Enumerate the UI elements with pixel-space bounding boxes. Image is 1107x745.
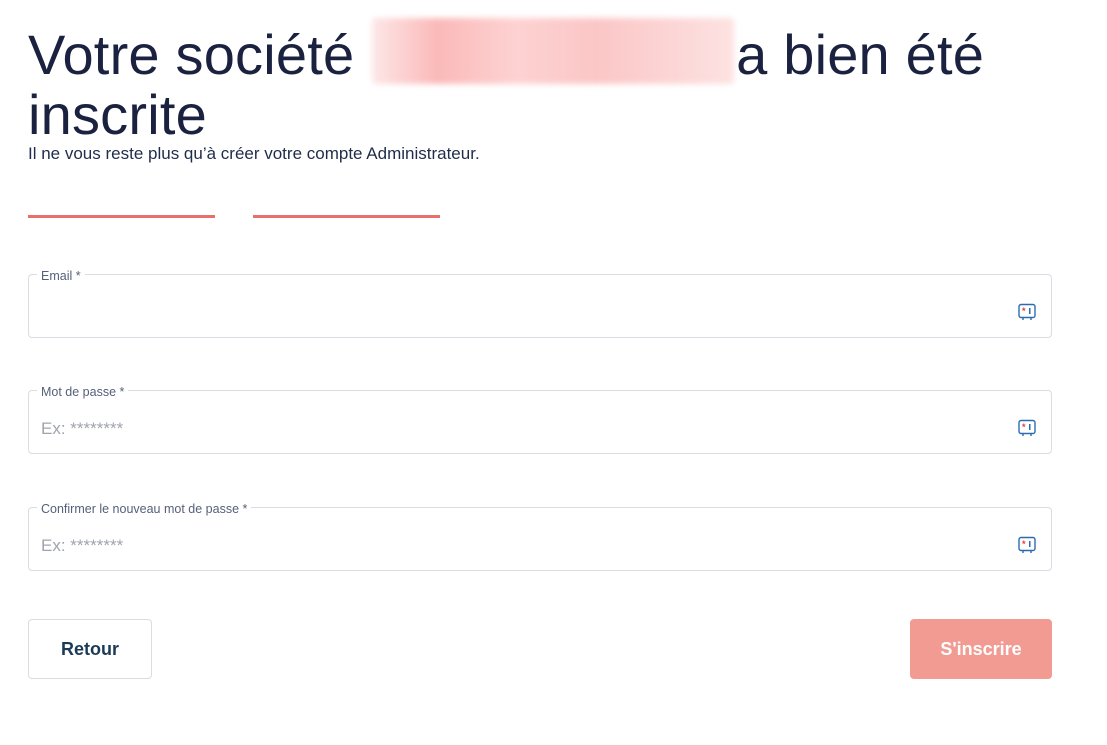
back-button[interactable]: Retour (28, 619, 152, 679)
register-button[interactable]: S'inscrire (910, 619, 1052, 679)
password-manager-key-icon[interactable]: * (1018, 536, 1036, 554)
confirm-password-label: Confirmer le nouveau mot de passe * (37, 502, 252, 516)
password-field: Mot de passe * * (28, 385, 1052, 454)
password-manager-key-icon[interactable]: * (1018, 419, 1036, 437)
redacted-company-name (372, 18, 735, 84)
password-label: Mot de passe * (37, 385, 129, 399)
page-title: Votre société a bien été inscrite (28, 18, 1028, 145)
email-input[interactable] (41, 301, 1001, 325)
password-input[interactable] (41, 417, 1001, 441)
title-prefix: Votre société (28, 23, 355, 86)
confirm-password-input[interactable] (41, 534, 1001, 558)
progress-step-1 (28, 215, 215, 218)
svg-text:*: * (1022, 306, 1026, 316)
email-field: Email * * (28, 269, 1052, 338)
confirm-password-field: Confirmer le nouveau mot de passe * * (28, 502, 1052, 571)
svg-text:*: * (1022, 422, 1026, 432)
password-manager-key-icon[interactable]: * (1018, 303, 1036, 321)
page-subtitle: Il ne vous reste plus qu’à créer votre c… (28, 144, 480, 163)
svg-text:*: * (1022, 539, 1026, 549)
progress-step-2 (253, 215, 440, 218)
email-label: Email * (37, 269, 85, 283)
